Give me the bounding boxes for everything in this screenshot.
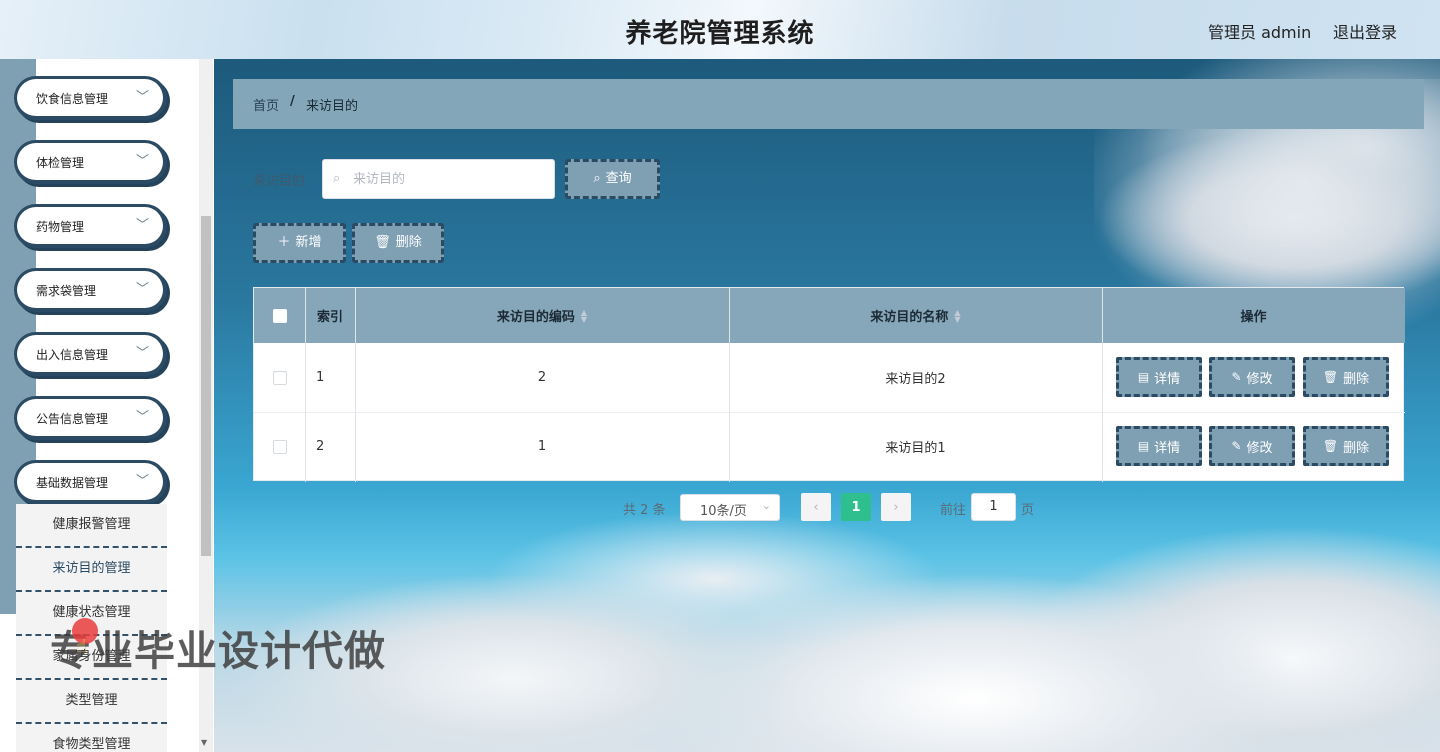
sort-icon[interactable]: ▲ ▼ <box>581 308 587 323</box>
submenu-type[interactable]: 类型管理 <box>16 680 167 724</box>
document-icon: ▤ <box>1137 439 1150 453</box>
search-input[interactable] <box>353 168 543 190</box>
table-row-select <box>254 412 305 481</box>
query-button[interactable]: ⌕ 查询 <box>565 159 660 199</box>
chevron-down-icon: ⌄ <box>761 499 771 512</box>
edit-button[interactable]: ✎ 修改 <box>1209 426 1295 466</box>
current-user: 管理员 admin <box>1208 23 1312 42</box>
menu-announcement[interactable]: 公告信息管理 ﹀ <box>14 396 167 440</box>
edit-label: 修改 <box>1246 371 1273 387</box>
chevron-down-icon: ﹀ <box>135 346 149 361</box>
search-field[interactable]: ⌕ <box>322 159 555 199</box>
next-page-button[interactable]: › <box>881 493 911 521</box>
page-suffix: 页 <box>1021 503 1035 518</box>
menu-in-out-info[interactable]: 出入信息管理 ﹀ <box>14 332 167 376</box>
menu-physical-exam[interactable]: 体检管理 ﹀ <box>14 140 167 184</box>
row-name: 来访目的2 <box>885 372 946 387</box>
delete-label: 删除 <box>1343 440 1370 456</box>
select-all-cell <box>254 288 305 343</box>
menu-base-data[interactable]: 基础数据管理 ﹀ <box>14 460 167 504</box>
trash-icon: 🗑 <box>374 235 391 250</box>
prev-page-button[interactable]: ‹ <box>801 493 831 521</box>
sort-icon[interactable]: ▲ ▼ <box>954 308 960 323</box>
detail-label: 详情 <box>1154 371 1181 387</box>
top-header: 养老院管理系统 管理员 admin 退出登录 <box>0 0 1440 59</box>
select-all-checkbox[interactable] <box>272 308 287 323</box>
menu-diet-info[interactable]: 饮食信息管理 ﹀ <box>14 76 167 120</box>
chevron-down-icon: ﹀ <box>135 282 149 297</box>
submenu-health-alarm[interactable]: 健康报警管理 <box>16 504 167 548</box>
table-row-select <box>254 343 305 412</box>
scroll-down-arrow-icon[interactable]: ▼ <box>201 738 207 747</box>
search-icon: ⌕ <box>593 171 601 186</box>
page-size-select[interactable]: 10条/页 ⌄ <box>680 494 780 521</box>
row-checkbox[interactable] <box>272 439 287 454</box>
menu-needs-bag[interactable]: 需求袋管理 ﹀ <box>14 268 167 312</box>
goto-label: 前往 <box>940 503 967 518</box>
goto-page-input[interactable]: 1 <box>971 493 1016 521</box>
document-icon: ▤ <box>1137 370 1150 384</box>
detail-button[interactable]: ▤ 详情 <box>1116 357 1202 397</box>
menu-label: 出入信息管理 <box>36 348 109 362</box>
batch-delete-button[interactable]: 🗑 删除 <box>352 223 444 263</box>
data-table: 索引 来访目的编码 ▲ ▼ 来访目的名称 ▲ ▼ 操作 1 2 来访目的2 ▤ 详情 … <box>253 287 1405 482</box>
chevron-down-icon: ﹀ <box>135 90 149 105</box>
edit-icon: ✎ <box>1231 370 1242 384</box>
add-button[interactable]: ＋ 新增 <box>253 223 346 263</box>
row-index: 1 <box>316 370 325 385</box>
page-number-current[interactable]: 1 <box>841 493 871 521</box>
menu-label: 基础数据管理 <box>36 476 109 490</box>
breadcrumb-separator: / <box>290 94 295 109</box>
menu-label: 体检管理 <box>36 156 85 170</box>
col-header-code[interactable]: 来访目的编码 ▲ ▼ <box>355 288 729 343</box>
menu-label: 药物管理 <box>36 220 85 234</box>
logout-link[interactable]: 退出登录 <box>1333 19 1397 43</box>
row-code: 2 <box>537 370 547 385</box>
search-label: 来访目的 <box>253 174 306 189</box>
watermark-text: 专业毕业设计代做 <box>50 627 386 675</box>
submenu-visit-purpose[interactable]: 来访目的管理 <box>16 548 167 592</box>
menu-label: 饮食信息管理 <box>36 92 109 106</box>
plus-icon: ＋ <box>277 235 291 250</box>
chevron-down-icon: ﹀ <box>135 218 149 233</box>
hand-cursor-icon: ☝ <box>76 636 87 657</box>
query-button-label: 查询 <box>605 171 632 186</box>
edit-icon: ✎ <box>1231 439 1242 453</box>
sidebar-scroll-thumb[interactable] <box>201 216 211 556</box>
chevron-down-icon: ﹀ <box>135 410 149 425</box>
row-index: 2 <box>316 439 325 454</box>
pagination-total: 共 2 条 <box>623 503 666 518</box>
col-header-actions: 操作 <box>1240 310 1267 325</box>
delete-label: 删除 <box>1343 371 1370 387</box>
row-name: 来访目的1 <box>885 441 946 456</box>
batch-delete-label: 删除 <box>395 235 422 250</box>
page-size-value: 10条/页 <box>700 504 747 519</box>
menu-label: 公告信息管理 <box>36 412 109 426</box>
col-header-code-label: 来访目的编码 <box>496 310 575 325</box>
chevron-down-icon: ﹀ <box>135 474 149 489</box>
trash-icon: 🗑 <box>1322 370 1339 384</box>
menu-label: 需求袋管理 <box>36 284 97 298</box>
row-code: 1 <box>537 439 547 454</box>
add-button-label: 新增 <box>295 235 322 250</box>
edit-button[interactable]: ✎ 修改 <box>1209 357 1295 397</box>
col-header-name-label: 来访目的名称 <box>870 310 949 325</box>
menu-medicine[interactable]: 药物管理 ﹀ <box>14 204 167 248</box>
col-header-name[interactable]: 来访目的名称 ▲ ▼ <box>729 288 1102 343</box>
detail-label: 详情 <box>1154 440 1181 456</box>
edit-label: 修改 <box>1246 440 1273 456</box>
trash-icon: 🗑 <box>1322 439 1339 453</box>
row-checkbox[interactable] <box>272 370 287 385</box>
search-icon: ⌕ <box>333 171 341 186</box>
col-header-index: 索引 <box>316 310 343 325</box>
chevron-down-icon: ﹀ <box>135 154 149 169</box>
breadcrumb-current: 来访目的 <box>306 99 359 114</box>
delete-button[interactable]: 🗑 删除 <box>1303 357 1389 397</box>
breadcrumb-home[interactable]: 首页 <box>253 95 279 114</box>
detail-button[interactable]: ▤ 详情 <box>1116 426 1202 466</box>
delete-button[interactable]: 🗑 删除 <box>1303 426 1389 466</box>
submenu-food-type[interactable]: 食物类型管理 <box>16 724 167 752</box>
breadcrumb: 首页 / 来访目的 <box>233 79 1424 129</box>
